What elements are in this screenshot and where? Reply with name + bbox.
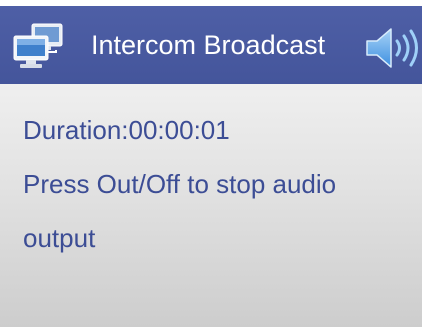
instruction-text-line2: output [23,223,96,253]
duration-label: Duration: [23,115,129,145]
duration-value: 00:00:01 [128,115,230,145]
computer-network-icon [12,22,72,70]
header-title: Intercom Broadcast [91,30,326,60]
intercom-screen: Intercom Broadcast Duration:00:00:01 Pre… [0,0,422,327]
header-bar: Intercom Broadcast [0,6,422,84]
duration-readout: Duration:00:00:01 [23,114,230,146]
message-panel: Duration:00:00:01 Press Out/Off to stop … [0,84,422,327]
speaker-volume-icon [364,26,422,70]
instruction-text-line1: Press Out/Off to stop audio [23,169,337,199]
